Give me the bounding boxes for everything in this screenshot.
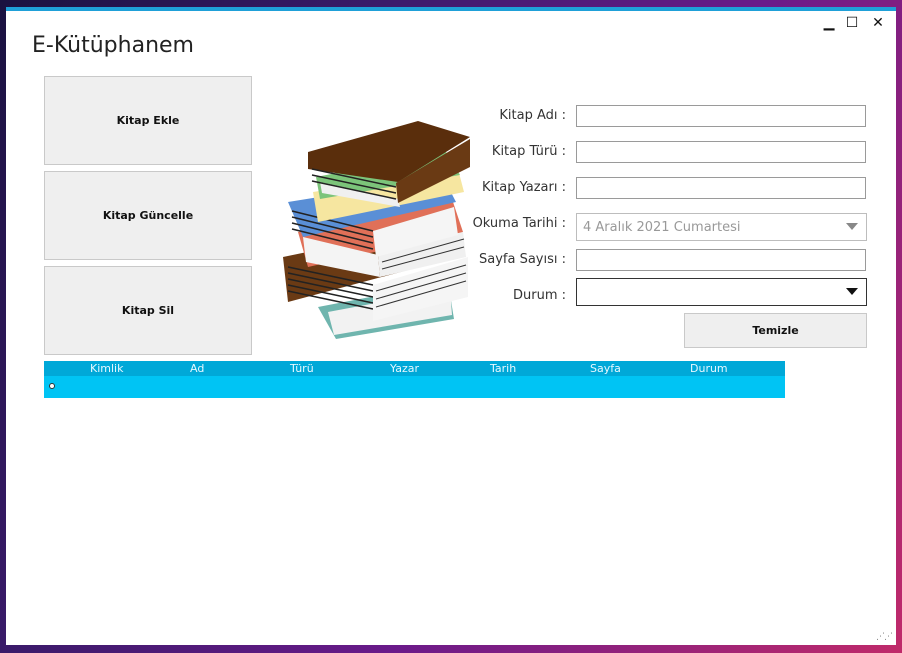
table-header: Kimlik Ad Türü Yazar Tarih Sayfa Durum [44, 361, 785, 376]
app-title: E-Kütüphanem [32, 33, 194, 58]
clear-button[interactable]: Temizle [684, 313, 867, 348]
book-name-input[interactable] [576, 105, 866, 127]
page-count-label: Sayfa Sayısı : [478, 252, 566, 267]
status-select[interactable] [576, 278, 867, 306]
new-row-indicator-icon [49, 383, 55, 389]
resize-grip-icon[interactable]: ⋰⋰ [876, 632, 893, 642]
book-type-input[interactable] [576, 141, 866, 163]
column-header-type[interactable]: Türü [290, 361, 314, 376]
status-label: Durum : [512, 288, 566, 303]
column-header-date[interactable]: Tarih [490, 361, 516, 376]
column-header-author[interactable]: Yazar [390, 361, 419, 376]
add-book-button[interactable]: Kitap Ekle [44, 76, 252, 165]
update-book-button[interactable]: Kitap Güncelle [44, 171, 252, 260]
book-author-input[interactable] [576, 177, 866, 199]
books-table[interactable]: Kimlik Ad Türü Yazar Tarih Sayfa Durum [44, 361, 785, 398]
book-author-label: Kitap Yazarı : [482, 180, 566, 195]
column-header-id[interactable]: Kimlik [90, 361, 123, 376]
chevron-down-icon [846, 288, 858, 295]
close-button[interactable]: ✕ [868, 15, 888, 31]
minimize-button[interactable]: ▁ [819, 15, 839, 31]
read-date-picker[interactable]: 4 Aralık 2021 Cumartesi [576, 213, 867, 241]
delete-book-button[interactable]: Kitap Sil [44, 266, 252, 355]
main-window: E-Kütüphanem ▁ ☐ ✕ Kitap Ekle Kitap Günc… [6, 7, 896, 645]
column-header-name[interactable]: Ad [190, 361, 204, 376]
column-header-status[interactable]: Durum [690, 361, 728, 376]
read-date-label: Okuma Tarihi : [472, 216, 566, 231]
book-type-label: Kitap Türü : [491, 144, 566, 159]
chevron-down-icon [846, 223, 858, 230]
column-header-pages[interactable]: Sayfa [590, 361, 621, 376]
page-count-input[interactable] [576, 249, 866, 271]
book-name-label: Kitap Adı : [499, 108, 566, 123]
maximize-button[interactable]: ☐ [842, 15, 862, 31]
read-date-value: 4 Aralık 2021 Cumartesi [583, 219, 741, 235]
